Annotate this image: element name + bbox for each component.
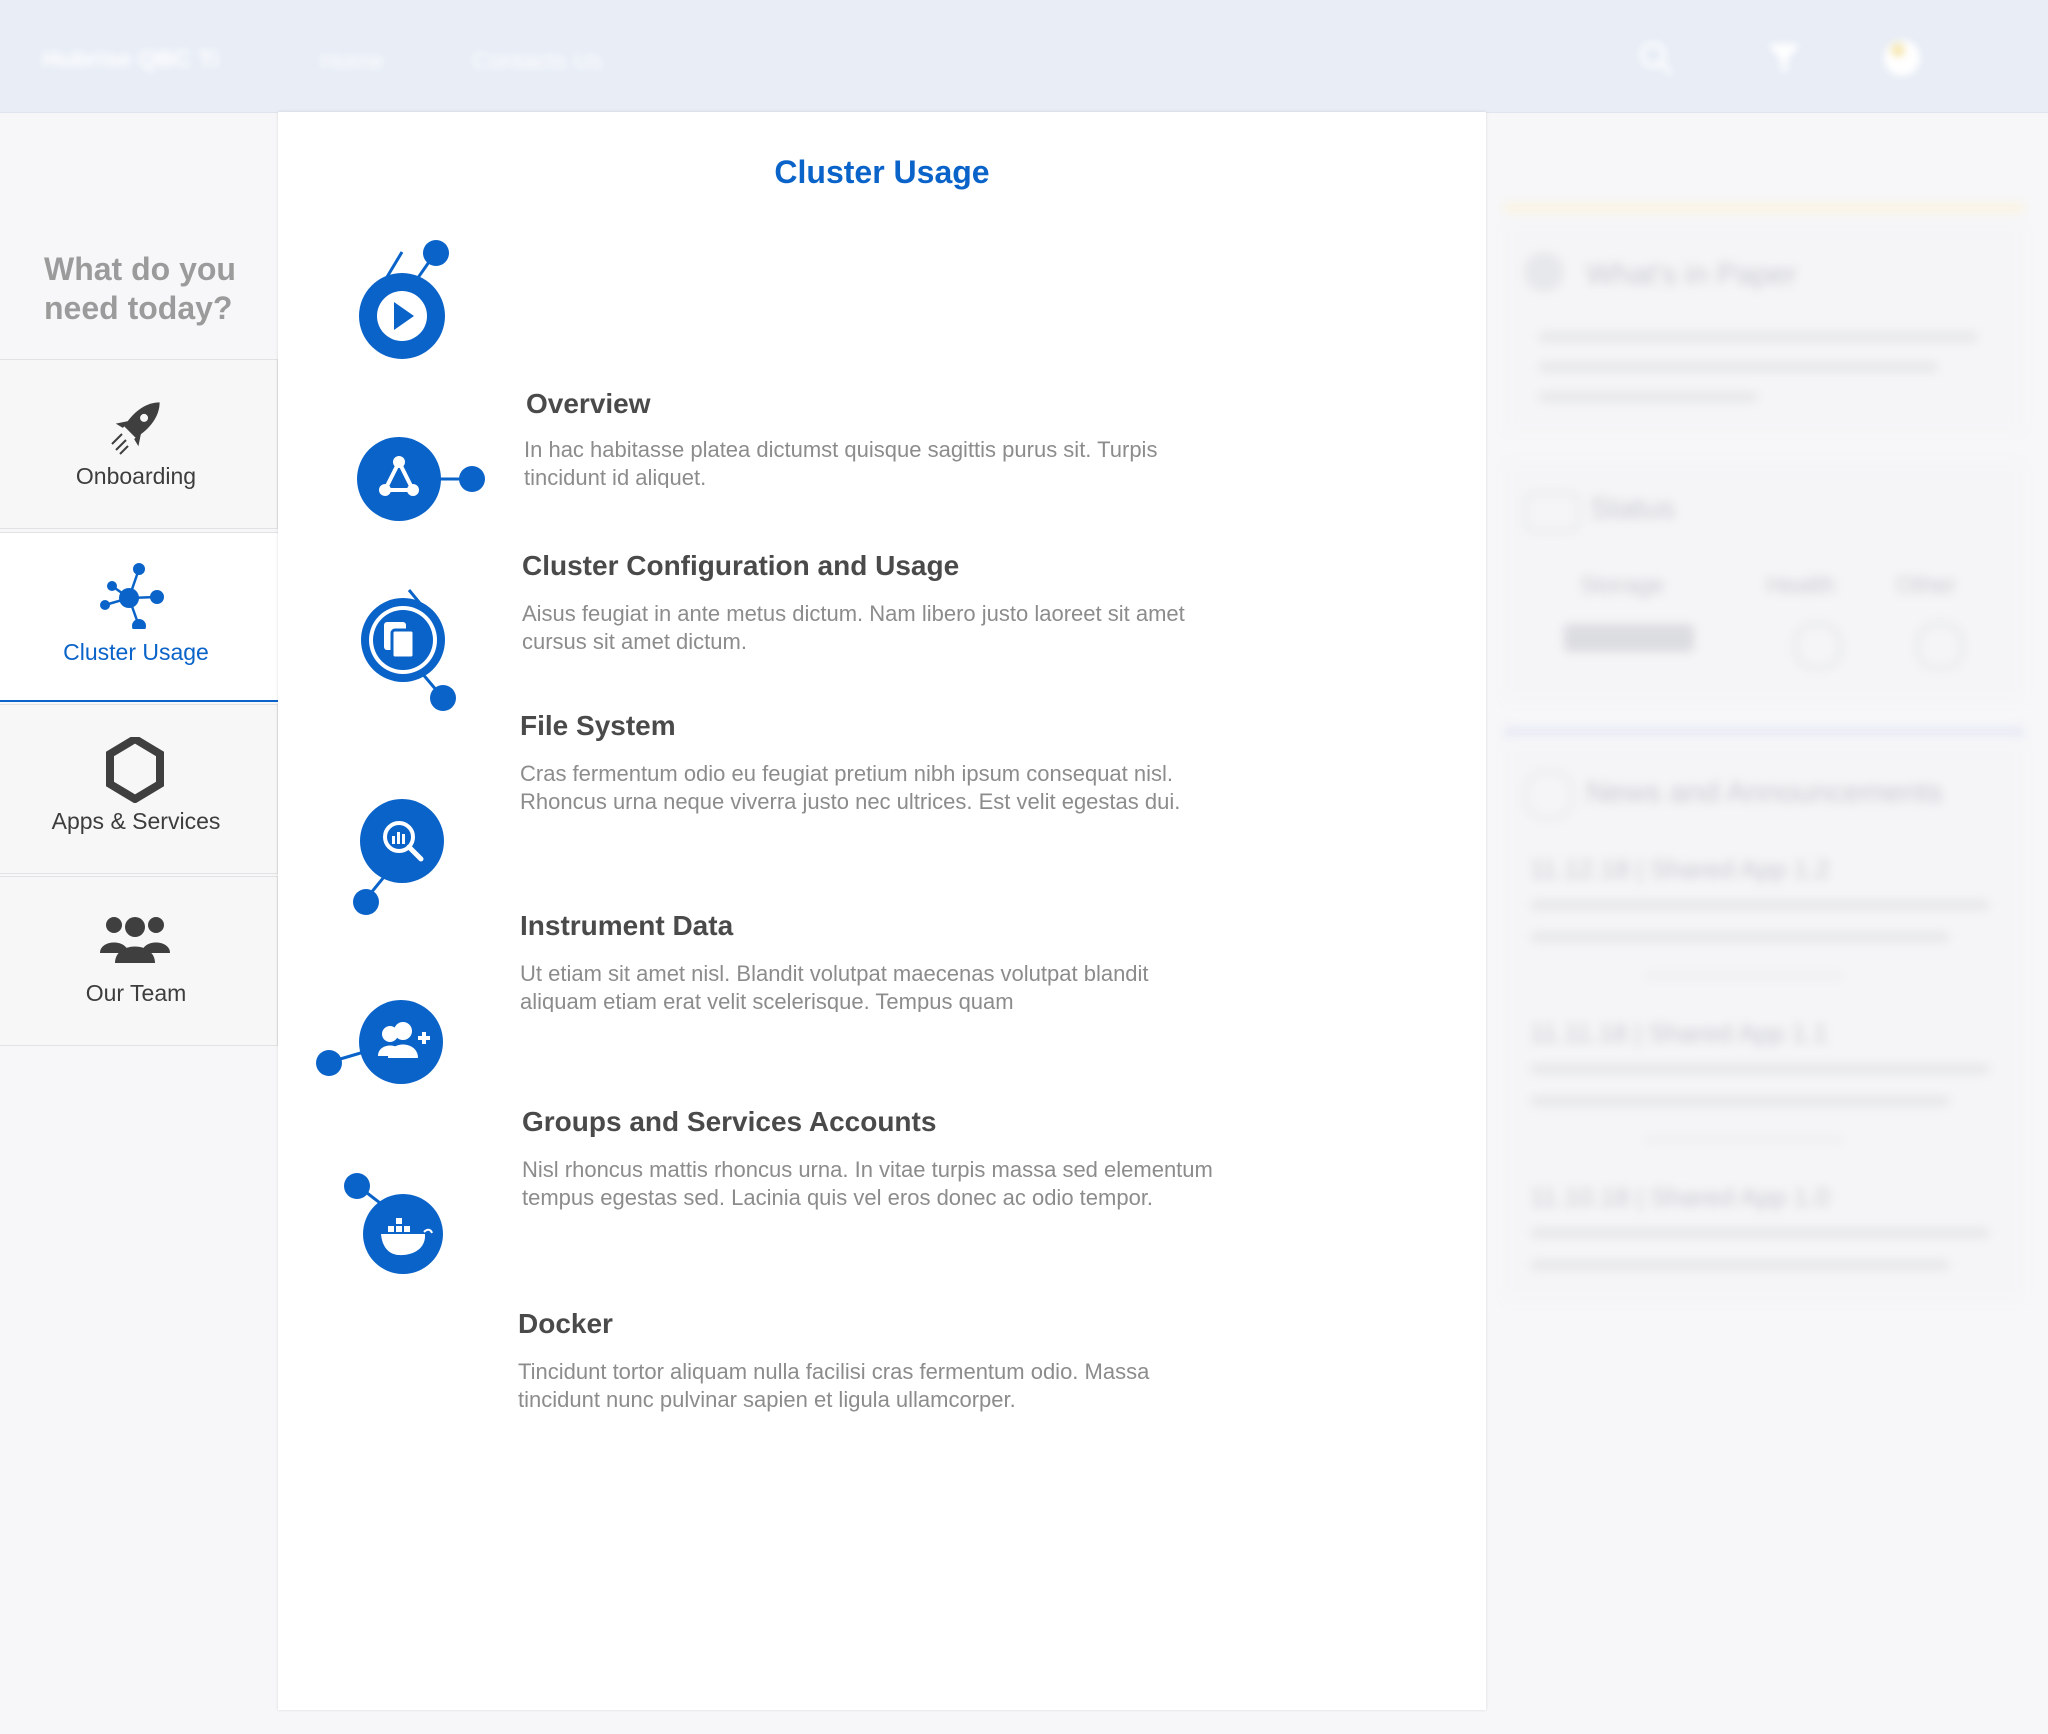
divider (1504, 728, 2024, 736)
news-card[interactable]: News and Announcements 11.12.18 | Shared… (1504, 742, 2024, 1302)
accent-strip (1504, 204, 2024, 212)
other-gauge (1916, 622, 1964, 670)
topic-file-system[interactable]: File System Cras fermentum odio eu feugi… (278, 590, 1486, 814)
sidebar-item-apps-services[interactable]: Apps & Services (0, 704, 278, 874)
text-line (1538, 392, 1758, 402)
card-title: What's in Paper (1586, 258, 1797, 291)
text-line (1530, 1096, 1950, 1106)
storage-bar (1564, 624, 1694, 652)
status-title: Status (1590, 492, 1676, 525)
topic-title: Cluster Configuration and Usage (522, 550, 960, 581)
team-icon (100, 917, 170, 963)
right-info-panel: What's in Paper Status Storage Health Ot… (1486, 112, 2048, 1710)
filter-icon[interactable] (1764, 38, 1804, 78)
status-col: Storage (1580, 572, 1665, 599)
nav-link-contact[interactable]: Contacts Us (472, 48, 603, 76)
card-icon (1524, 252, 1564, 292)
text-line (1530, 900, 1990, 910)
sidebar-item-label: Onboarding (75, 463, 197, 489)
topic-title: File System (520, 710, 676, 741)
separator (1644, 1138, 1844, 1141)
news-item-title[interactable]: 11.11.18 | Shared App 1.1 (1530, 1018, 1828, 1049)
sidebar-item-our-team[interactable]: Our Team (0, 876, 278, 1046)
sidebar-question: What do you need today? (44, 251, 236, 326)
whats-new-card[interactable]: What's in Paper (1504, 222, 2024, 432)
news-icon (1524, 770, 1574, 820)
network-icon (100, 563, 164, 629)
text-line (1538, 362, 1938, 372)
hexagon-icon (106, 737, 164, 803)
brand-logo[interactable]: Hubrise QBC Ti (42, 46, 219, 74)
text-line (1530, 1228, 1990, 1238)
status-col: Health (1766, 572, 1836, 599)
text-line (1530, 1260, 1950, 1270)
top-navigation-bar: Hubrise QBC Ti Home Contacts Us (0, 0, 2048, 113)
status-icon (1524, 492, 1580, 532)
news-title: News and Announcements (1586, 776, 1943, 809)
sidebar-item-onboarding[interactable]: Onboarding (0, 359, 278, 529)
sidebar-item-cluster-usage[interactable]: Cluster Usage (0, 532, 278, 702)
topic-description: Tincidunt tortor aliquam nulla facilisi … (518, 1359, 1150, 1412)
news-item-title[interactable]: 11.12.18 | Shared App 1.2 (1530, 854, 1830, 885)
sidebar-item-label: Our Team (85, 980, 187, 1006)
sidebar-item-label: Apps & Services (51, 808, 221, 834)
user-avatar-icon[interactable] (1882, 38, 1922, 78)
text-line (1530, 932, 1950, 942)
topic-title: Docker (518, 1308, 613, 1339)
topic-groups-services-accounts[interactable]: Groups and Services Accounts Nisl rhoncu… (278, 988, 1486, 1210)
status-card[interactable]: Status Storage Health Other (1504, 462, 2024, 702)
status-col: Other (1896, 572, 1957, 599)
overview-node-icon (359, 240, 449, 359)
nav-link-home[interactable]: Home (320, 48, 384, 76)
topic-title: Groups and Services Accounts (522, 1106, 937, 1137)
news-item-title[interactable]: 11.10.18 | Shared App 1.0 (1530, 1182, 1830, 1213)
health-gauge (1794, 622, 1842, 670)
topic-cluster-configuration[interactable]: Cluster Configuration and Usage Aisus fe… (278, 430, 1486, 654)
main-content-panel: Cluster Usage Overview In hac habitasse … (278, 112, 1486, 1710)
topic-title: Instrument Data (520, 910, 734, 941)
separator (1644, 974, 1844, 977)
rocket-icon (111, 402, 160, 455)
sidebar-item-label: Cluster Usage (63, 639, 209, 665)
topic-docker[interactable]: Docker Tincidunt tortor aliquam nulla fa… (278, 1190, 1486, 1412)
topic-instrument-data[interactable]: Instrument Data Ut etiam sit amet nisl. … (278, 790, 1486, 1012)
sidebar-header: What do you need today? (0, 112, 278, 359)
text-line (1538, 332, 1978, 342)
text-line (1530, 1064, 1990, 1074)
search-icon[interactable] (1636, 38, 1676, 78)
